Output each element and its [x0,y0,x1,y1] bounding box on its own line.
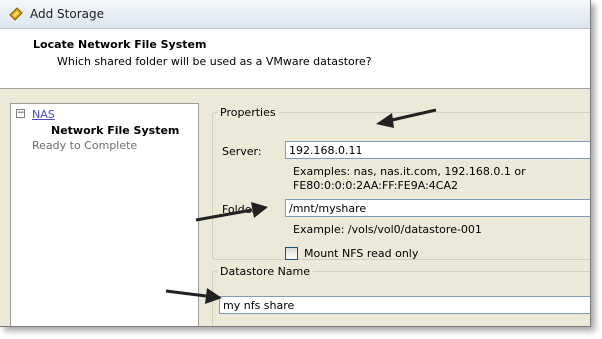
title-bar: Add Storage [0,0,590,29]
page-subtitle: Which shared folder will be used as a VM… [57,55,372,68]
step-network-file-system: Network File System [51,124,180,137]
server-hint-line2: FE80:0:0:0:2AA:FF:FE9A:4CA2 [293,179,458,192]
properties-legend: Properties [220,106,276,119]
storage-app-icon [8,6,24,22]
wizard-content: Properties Server: Examples: nas, nas.it… [202,100,590,326]
mount-readonly-label[interactable]: Mount NFS read only [304,247,418,260]
step-ready-to-complete: Ready to Complete [32,139,138,152]
folder-label: Folder: [222,203,260,216]
datastore-name-legend: Datastore Name [220,265,311,278]
mount-readonly-checkbox[interactable] [285,247,298,260]
step-nas-link[interactable]: NAS [32,108,55,121]
properties-group: Properties Server: Examples: nas, nas.it… [212,106,590,260]
wizard-steps-panel: − NAS Network File System Ready to Compl… [10,103,199,326]
wizard-header: Locate Network File System Which shared … [0,29,590,89]
collapse-icon[interactable]: − [16,109,25,118]
folder-input[interactable] [285,199,590,217]
server-hint-line1: Examples: nas, nas.it.com, 192.168.0.1 o… [293,165,526,178]
window-title: Add Storage [30,7,104,21]
datastore-name-group: Datastore Name [212,265,590,326]
server-input[interactable] [285,141,590,159]
add-storage-window: Add Storage Locate Network File System W… [0,0,591,327]
server-label: Server: [222,145,262,158]
folder-hint: Example: /vols/vol0/datastore-001 [293,223,482,236]
datastore-name-input[interactable] [219,296,590,314]
page-title: Locate Network File System [33,38,207,51]
